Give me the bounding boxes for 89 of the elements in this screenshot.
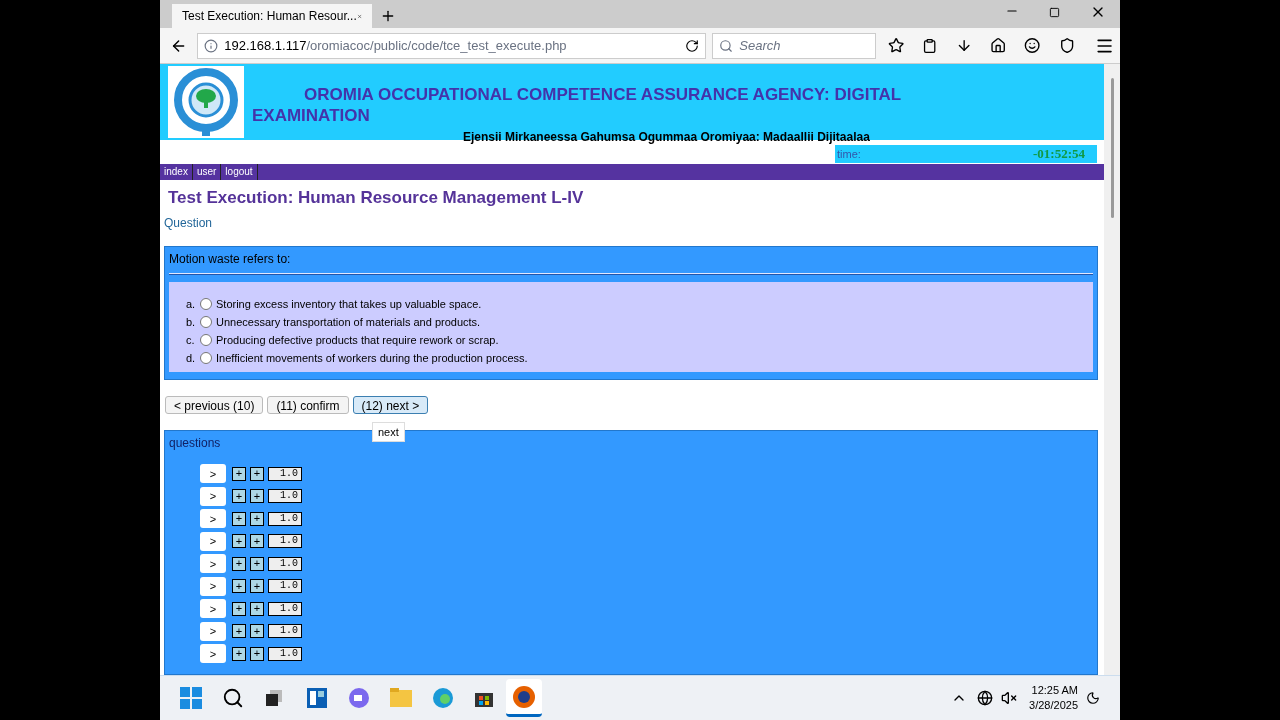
- add-button[interactable]: +: [250, 511, 264, 526]
- task-view-icon[interactable]: [264, 688, 284, 708]
- score-field[interactable]: 1.0: [268, 556, 302, 571]
- score-field[interactable]: 1.0: [268, 534, 302, 549]
- add-button[interactable]: +: [250, 534, 264, 549]
- radio-button[interactable]: [200, 316, 212, 328]
- nav-link[interactable]: index: [160, 164, 193, 180]
- option-text: Inefficient movements of workers during the production process.: [216, 350, 528, 366]
- add-button[interactable]: +: [250, 601, 264, 616]
- globe-icon[interactable]: [977, 690, 994, 706]
- nav-button[interactable]: (11) confirm: [267, 395, 349, 414]
- add-button[interactable]: +: [250, 624, 264, 639]
- nav-link[interactable]: logout: [221, 164, 258, 180]
- search-icon: [719, 38, 734, 53]
- question-text: Motion waste refers to:: [169, 250, 292, 267]
- option-letter: c.: [186, 332, 196, 348]
- new-tab-icon[interactable]: [380, 8, 396, 24]
- score-field[interactable]: 1.0: [268, 601, 302, 616]
- timer-value: -01:52:54: [1033, 145, 1085, 164]
- firefox-taskbar-button[interactable]: [506, 679, 542, 717]
- smiley-icon[interactable]: [1024, 37, 1041, 54]
- option-letter: d.: [186, 350, 196, 366]
- score-field[interactable]: 1.0: [268, 646, 302, 661]
- add-button[interactable]: +: [232, 601, 246, 616]
- go-button[interactable]: >: [200, 599, 226, 619]
- clock-date[interactable]: 3/28/2025: [1029, 698, 1078, 713]
- info-icon[interactable]: [204, 38, 219, 53]
- questions-title: questions: [169, 434, 222, 451]
- add-button[interactable]: +: [250, 579, 264, 594]
- go-button[interactable]: >: [200, 621, 226, 641]
- go-button[interactable]: >: [200, 554, 226, 574]
- search-icon[interactable]: [222, 687, 244, 709]
- option-letter: a.: [186, 296, 196, 312]
- browser-tab[interactable]: Test Execution: Human Resour...: [172, 4, 372, 28]
- radio-button[interactable]: [200, 334, 212, 346]
- go-button[interactable]: >: [200, 509, 226, 529]
- nav-button[interactable]: < previous (10): [165, 395, 264, 414]
- browser-icon[interactable]: [432, 687, 454, 709]
- add-button[interactable]: +: [250, 556, 264, 571]
- score-field[interactable]: 1.0: [268, 466, 302, 481]
- clock-time[interactable]: 12:25 AM: [1031, 683, 1078, 698]
- start-icon[interactable]: [180, 687, 202, 709]
- option-text: Unnecessary transportation of materials and products.: [216, 314, 481, 330]
- reload-icon[interactable]: [685, 38, 700, 53]
- speaker-muted-icon[interactable]: [1001, 690, 1018, 706]
- restore-icon[interactable]: [1049, 7, 1060, 18]
- score-field[interactable]: 1.0: [268, 624, 302, 639]
- add-button[interactable]: +: [232, 579, 246, 594]
- score-field[interactable]: 1.0: [268, 579, 302, 594]
- timer-label: time:: [837, 146, 861, 162]
- url-text: 192.168.1.117/oromiacoc/public/code/tce_test_execute.php: [224, 36, 568, 55]
- add-button[interactable]: +: [232, 511, 246, 526]
- nav-link[interactable]: user: [192, 164, 222, 180]
- add-button[interactable]: +: [232, 624, 246, 639]
- add-button[interactable]: +: [250, 646, 264, 661]
- go-button[interactable]: >: [200, 576, 226, 596]
- scrollbar[interactable]: [1104, 64, 1120, 675]
- radio-button[interactable]: [200, 298, 212, 310]
- add-button[interactable]: +: [232, 534, 246, 549]
- agency-title: OROMIA OCCUPATIONAL COMPETENCE ASSURANCE AGENCY: DIGITAL EXAMINATION: [252, 84, 902, 126]
- add-button[interactable]: +: [232, 646, 246, 661]
- firefox-icon: [512, 684, 536, 709]
- go-button[interactable]: >: [200, 486, 226, 506]
- score-field[interactable]: 1.0: [268, 489, 302, 504]
- widgets-icon[interactable]: [306, 687, 328, 709]
- go-button[interactable]: >: [200, 644, 226, 664]
- bookmark-star-icon[interactable]: [887, 37, 905, 54]
- home-icon[interactable]: [989, 37, 1007, 54]
- go-button[interactable]: >: [200, 531, 226, 551]
- add-button[interactable]: +: [232, 466, 246, 481]
- option-text: Producing defective products that require rework or scrap.: [216, 332, 499, 348]
- go-button[interactable]: >: [200, 464, 226, 484]
- clipboard-icon[interactable]: [922, 37, 938, 54]
- tooltip: next: [372, 421, 405, 442]
- chat-icon[interactable]: [348, 687, 370, 709]
- option-text: Storing excess inventory that takes up valuable space.: [216, 296, 482, 312]
- section-label: Question: [164, 214, 214, 232]
- page-heading: Test Execution: Human Resource Management L-IV: [168, 187, 585, 209]
- score-field[interactable]: 1.0: [268, 511, 302, 526]
- search-field[interactable]: Search: [712, 32, 876, 59]
- radio-button[interactable]: [200, 352, 212, 364]
- add-button[interactable]: +: [250, 466, 264, 481]
- add-button[interactable]: +: [232, 556, 246, 571]
- moon-icon[interactable]: [1086, 691, 1100, 705]
- address-bar[interactable]: 192.168.1.117/oromiacoc/public/code/tce_test_execute.php: [197, 32, 707, 59]
- nav-button[interactable]: (12) next >: [352, 395, 429, 414]
- add-button[interactable]: +: [250, 489, 264, 504]
- add-button[interactable]: +: [232, 489, 246, 504]
- option-letter: b.: [186, 314, 196, 330]
